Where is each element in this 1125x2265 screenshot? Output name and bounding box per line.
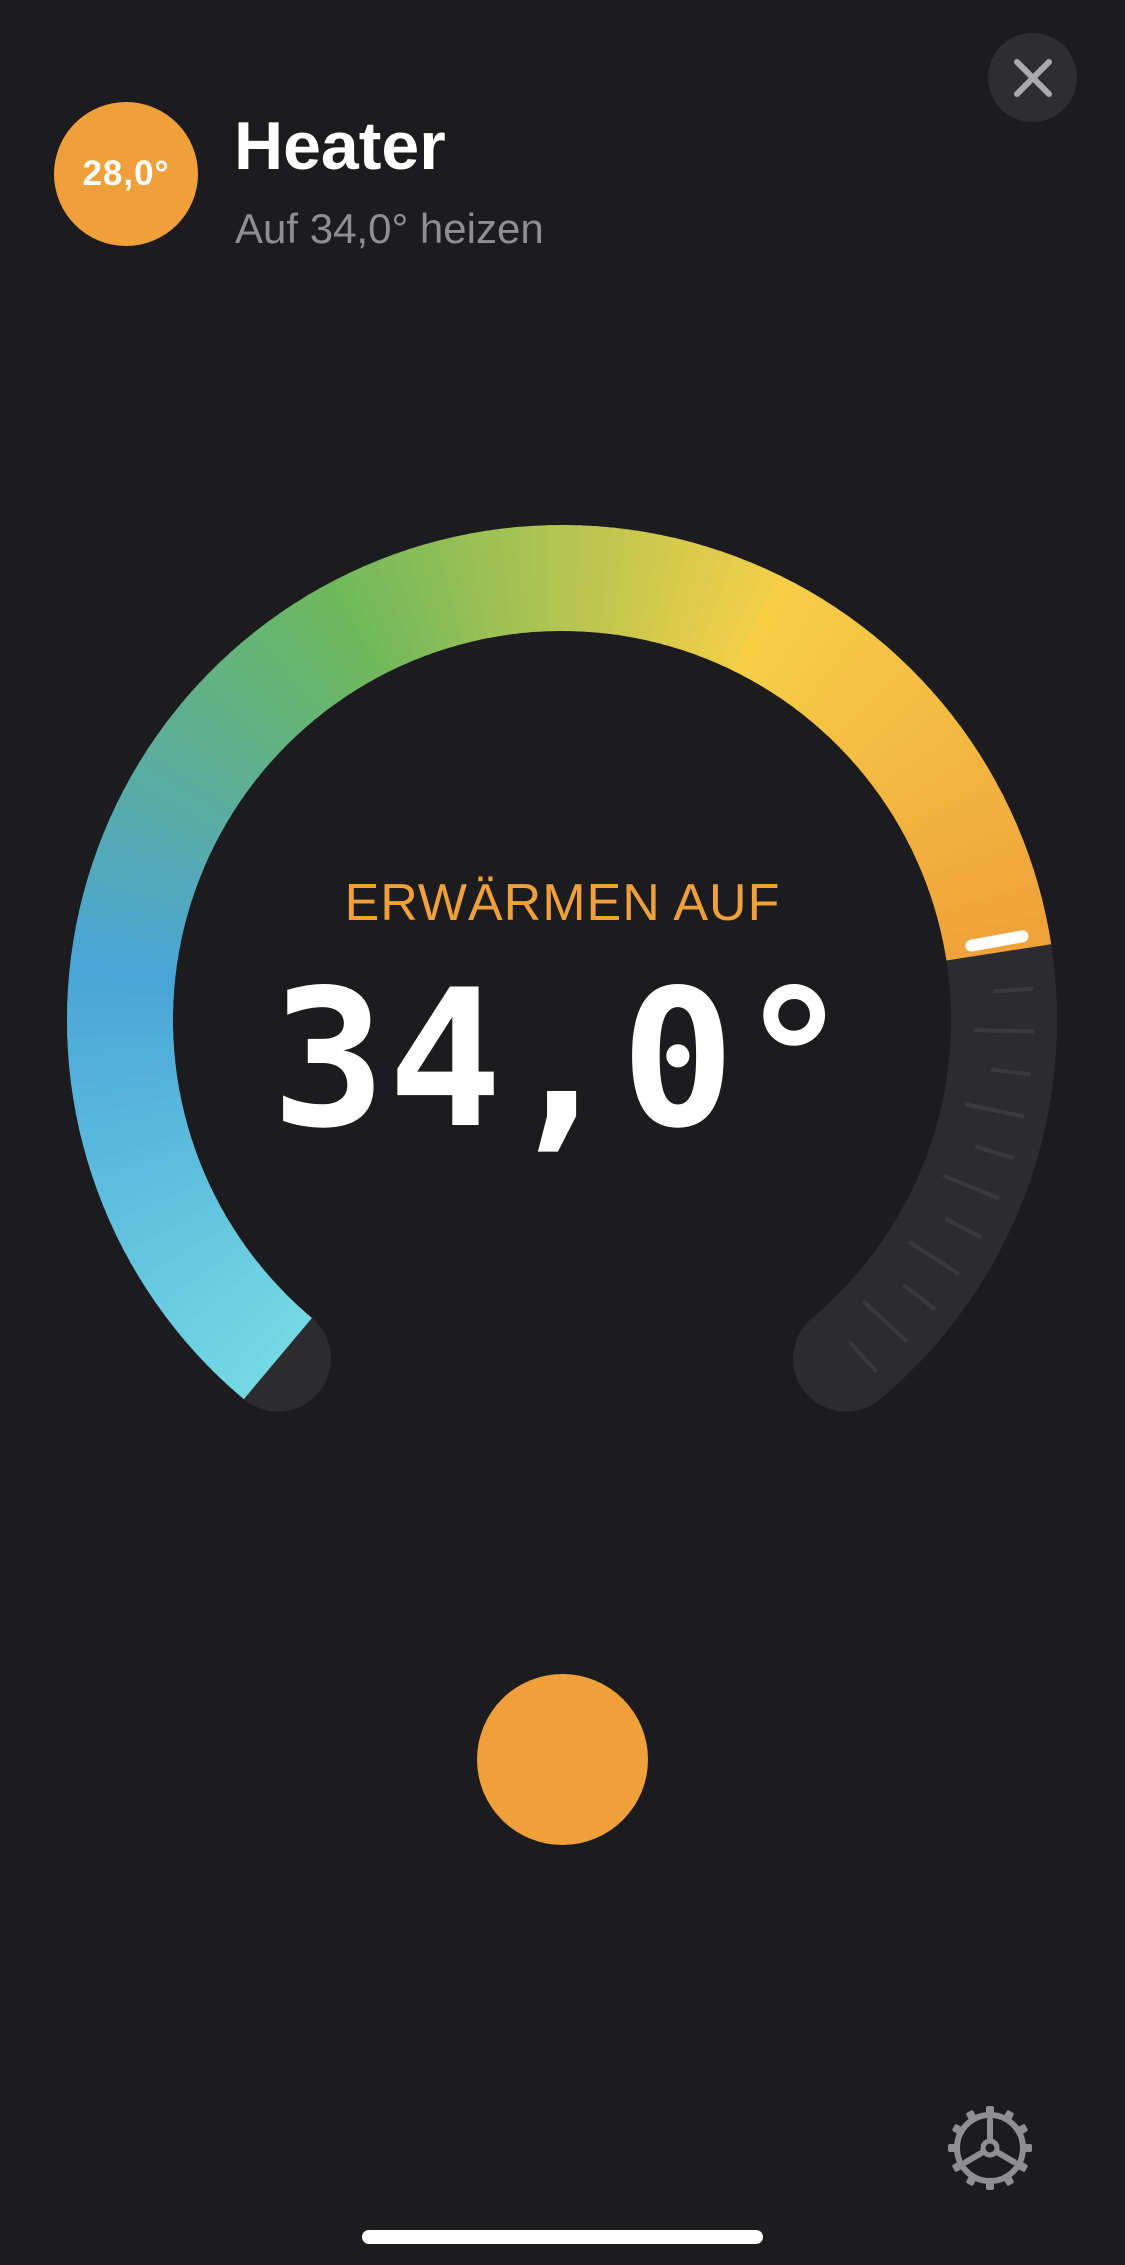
gear-tooth xyxy=(986,2106,994,2118)
gear-icon xyxy=(948,2106,1032,2190)
power-button[interactable] xyxy=(477,1674,648,1845)
gear-tooth xyxy=(1020,2144,1032,2152)
settings-button[interactable] xyxy=(944,2102,1036,2194)
heater-control-screen: 28,0° Heater Auf 34,0° heizen ERWÄRMEN A… xyxy=(0,0,1125,2265)
home-indicator[interactable] xyxy=(362,2230,763,2244)
gear-tooth xyxy=(948,2144,960,2152)
gear-tooth xyxy=(986,2178,994,2190)
mode-label: ERWÄRMEN AUF xyxy=(344,874,781,932)
target-temperature: 34,0° xyxy=(271,949,854,1170)
